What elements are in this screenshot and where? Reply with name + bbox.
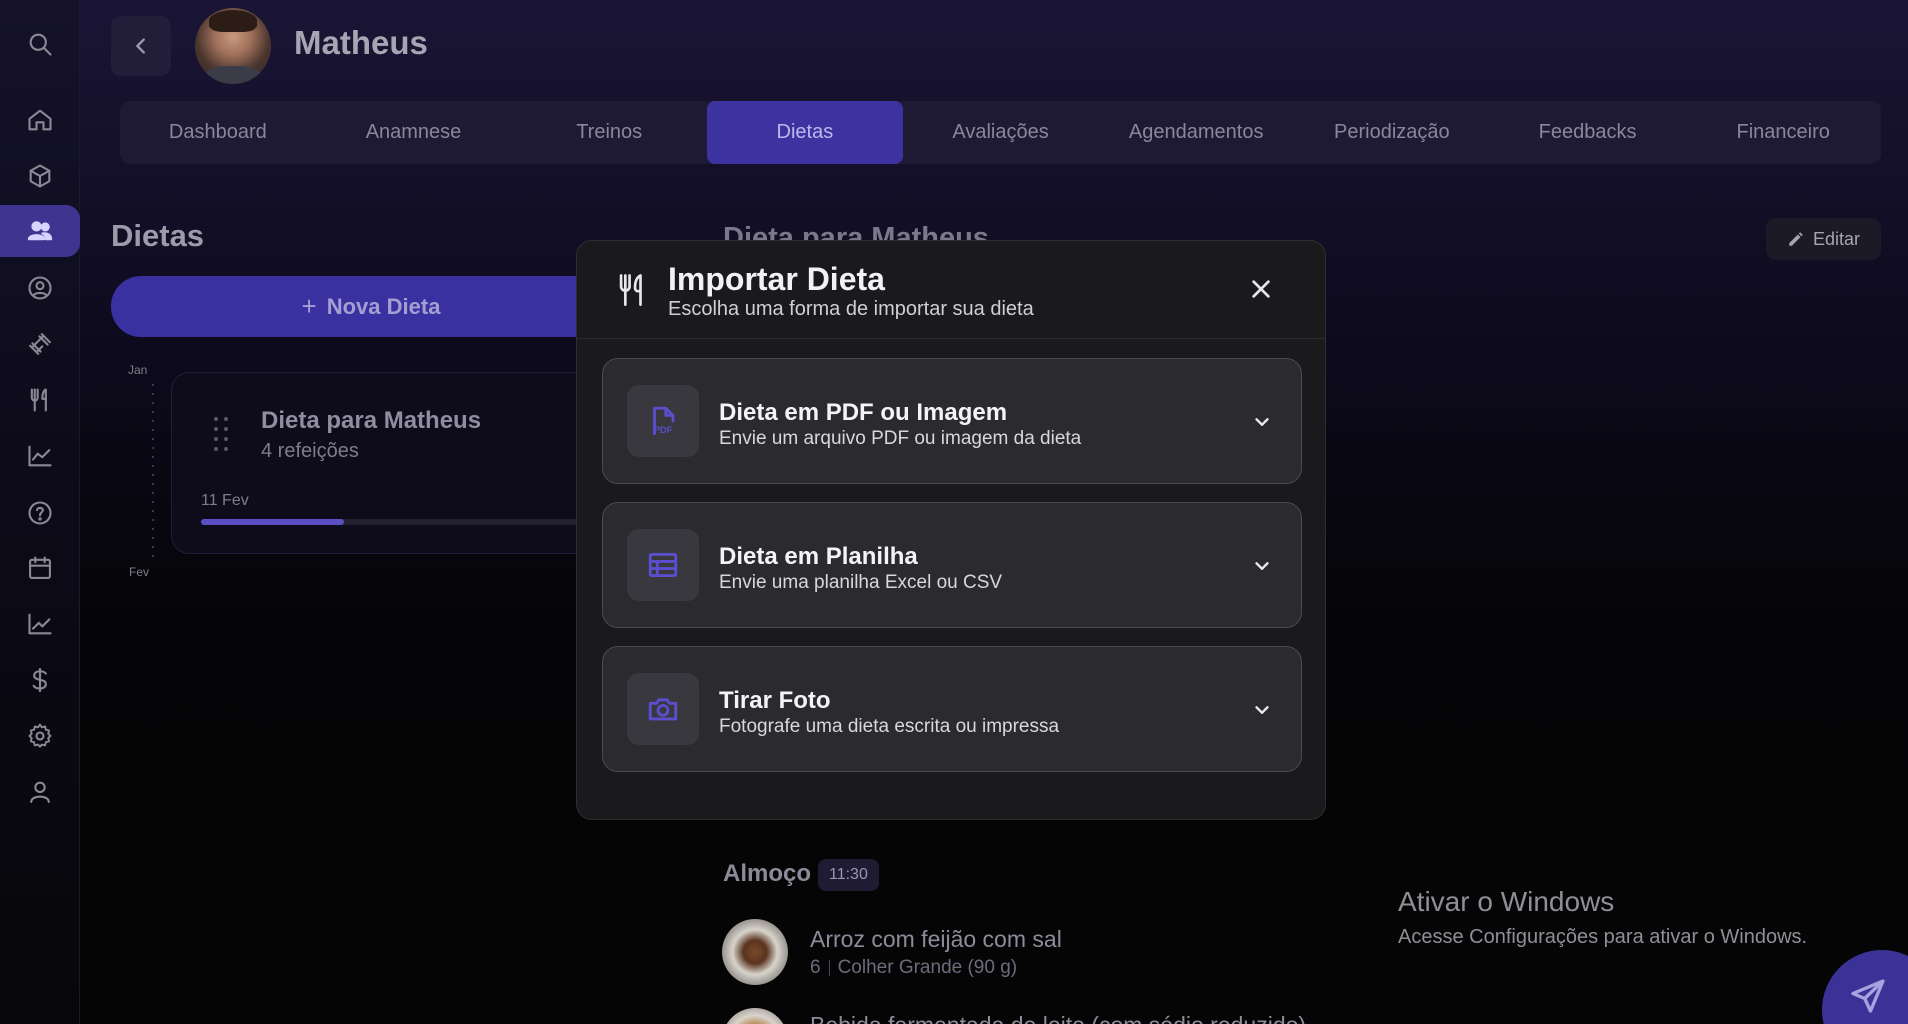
edit-button[interactable]: Editar [1766,218,1881,260]
option-title: Dieta em PDF ou Imagem [719,399,1008,426]
sidebar-rail [0,0,80,1024]
meal-time-badge: 11:30 [818,859,879,891]
send-fab-button[interactable] [1822,950,1908,1024]
drag-handle-icon[interactable] [214,417,234,451]
diet-progress-fill [201,519,344,525]
edit-label: Editar [1812,228,1861,249]
windows-activation-title: Ativar o Windows [1398,886,1615,917]
food-amount: 6 [810,957,821,978]
tab-anamnese[interactable]: Anamnese [316,101,512,164]
modal-header: Importar Dieta Escolha uma forma de impo… [577,241,1325,339]
pencil-icon [1789,232,1803,246]
diet-card-date: 11 Fev [201,492,249,509]
modal-title: Importar Dieta [668,261,885,297]
diet-card-meal-count: 4 refeições [261,440,359,462]
users-icon[interactable] [0,205,80,257]
tab-periodizacao[interactable]: Periodização [1294,101,1490,164]
food-name: Bebida fermentada de leite (com sódio re… [810,1012,1306,1024]
user-icon[interactable] [0,766,80,818]
chevron-down-icon [1251,411,1273,433]
home-icon[interactable] [0,94,80,146]
timeline-end-label: Fev [129,565,150,579]
food-image [722,1008,788,1024]
calendar-icon[interactable] [0,542,80,594]
tab-financeiro[interactable]: Financeiro [1685,101,1881,164]
close-icon [1252,280,1270,298]
food-unit: Colher Grande (90 g) [837,957,1018,978]
send-icon [1851,979,1885,1013]
meal-name: Almoço [723,860,812,887]
diet-card[interactable]: Dieta para Matheus 4 refeições 11 Fev [171,372,641,554]
timeline-start-label: Jan [128,363,148,377]
back-button[interactable] [111,16,171,76]
user-circle-icon[interactable] [0,262,80,314]
dumbbell-icon[interactable] [0,318,80,370]
option-subtitle: Fotografe uma dieta escrita ou impressa [719,716,1060,737]
import-option-pdf[interactable]: PDF Dieta em PDF ou Imagem Envie um arqu… [602,358,1302,484]
food-name: Arroz com feijão com sal [810,926,1062,952]
svg-text:PDF: PDF [654,425,673,435]
avatar [195,8,271,84]
import-option-spreadsheet[interactable]: Dieta em Planilha Envie uma planilha Exc… [602,502,1302,628]
trending-icon[interactable] [0,598,80,650]
gear-icon[interactable] [0,710,80,762]
option-title: Dieta em Planilha [719,543,918,570]
search-icon[interactable] [0,18,80,70]
tab-feedbacks[interactable]: Feedbacks [1490,101,1686,164]
diets-section-title: Dietas [111,218,205,253]
import-diet-modal: Importar Dieta Escolha uma forma de impo… [576,240,1326,820]
chevron-down-icon [1251,699,1273,721]
diet-progress-bar [201,519,621,525]
tab-dietas[interactable]: Dietas [707,101,903,164]
profile-name: Matheus [294,24,428,61]
tab-agendamentos[interactable]: Agendamentos [1098,101,1294,164]
windows-activation-subtitle: Acesse Configurações para ativar o Windo… [1398,926,1808,948]
timeline-line [152,384,154,564]
tab-treinos[interactable]: Treinos [511,101,707,164]
close-button[interactable] [1243,271,1279,307]
food-image [722,919,788,985]
utensils-icon[interactable] [0,374,80,426]
utensils-icon [617,273,647,307]
chevron-left-icon [136,38,145,54]
new-diet-button[interactable]: + Nova Dieta [111,276,631,337]
option-subtitle: Envie um arquivo PDF ou imagem da dieta [719,428,1082,449]
tab-dashboard[interactable]: Dashboard [120,101,316,164]
chevron-down-icon [1251,555,1273,577]
new-diet-label: Nova Dieta [326,293,441,319]
box-icon[interactable] [0,150,80,202]
pdf-file-icon: PDF [627,385,699,457]
tab-avaliacoes[interactable]: Avaliações [903,101,1099,164]
food-quantity: 6 Colher Grande (90 g) [810,957,1017,979]
diet-card-title: Dieta para Matheus [261,407,482,434]
help-icon[interactable] [0,487,80,539]
modal-subtitle: Escolha uma forma de importar sua dieta [668,298,1034,320]
chart-line-icon[interactable] [0,430,80,482]
option-title: Tirar Foto [719,687,831,714]
plus-icon: + [301,291,317,321]
tab-bar: Dashboard Anamnese Treinos Dietas Avalia… [120,101,1881,164]
import-option-photo[interactable]: Tirar Foto Fotografe uma dieta escrita o… [602,646,1302,772]
dollar-icon[interactable] [0,654,80,706]
camera-icon [627,673,699,745]
option-subtitle: Envie uma planilha Excel ou CSV [719,572,1003,593]
spreadsheet-icon [627,529,699,601]
